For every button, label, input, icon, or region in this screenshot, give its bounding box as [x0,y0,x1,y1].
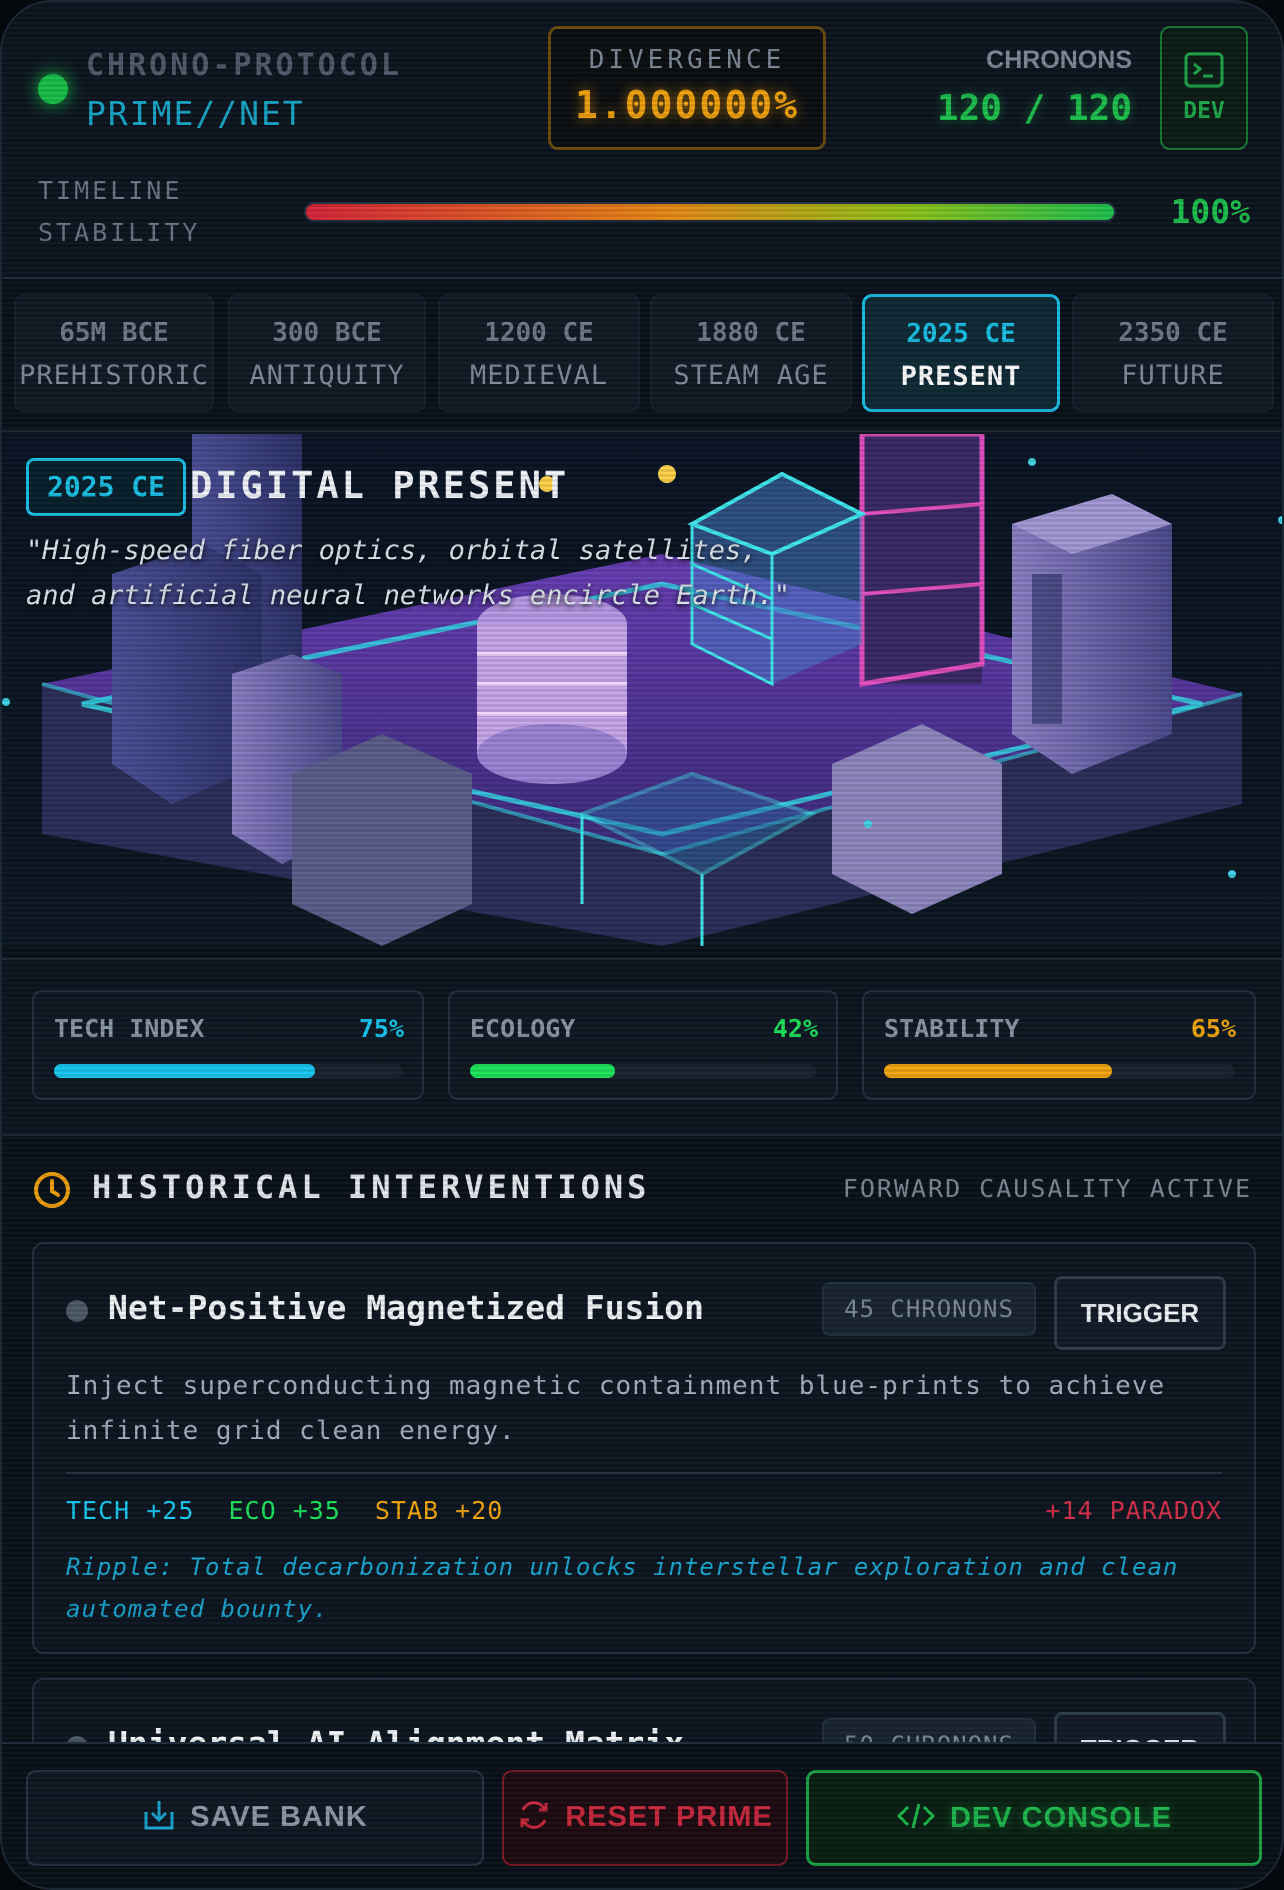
tab-label: PRESENT [900,361,1022,392]
dev-button[interactable]: DEV [1160,26,1248,150]
divider [2,430,1282,432]
stability-bar [304,202,1116,222]
stat-stability: STABILITY 65% [862,990,1256,1100]
stat-label: TECH INDEX [54,1014,205,1043]
tab-year: 2350 CE [1118,318,1228,348]
status-indicator [38,74,68,104]
intervention-card: Net-Positive Magnetized Fusion 45 CHRONO… [32,1242,1256,1654]
reset-prime-label: RESET PRIME [565,1801,773,1833]
stability-label: TIMELINE STABILITY [38,170,200,254]
era-tabs: 65M BCE PREHISTORIC 300 BCE ANTIQUITY 12… [14,294,1274,414]
stability-bar-fill [306,204,1114,220]
divider [66,1472,1222,1474]
tab-year: 65M BCE [59,318,169,348]
ripple-text: Ripple: Total decarbonization unlocks in… [66,1553,1179,1623]
era-quote: "High-speed fiber optics, orbital satell… [26,535,791,611]
tab-label: FUTURE [1121,360,1225,391]
stability-value: 100% [1170,192,1250,231]
brand-title: CHRONO-PROTOCOL [86,48,402,83]
stat-bar [884,1064,1234,1078]
stat-value: 75% [358,1014,404,1043]
terminal-icon [1184,52,1224,88]
tab-prehistoric[interactable]: 65M BCE PREHISTORIC [14,294,214,412]
tab-present[interactable]: 2025 CE PRESENT [862,294,1060,412]
cost-badge: 45 CHRONONS [822,1282,1036,1336]
divergence-value: 1.000000% [575,83,799,127]
divider [2,1134,1282,1136]
effect-tech: TECH +25 [66,1496,195,1525]
download-icon [144,1801,174,1830]
tab-year: 2025 CE [906,319,1016,349]
status-dot [66,1300,88,1322]
stat-bar-fill [470,1064,616,1078]
tab-label: MEDIEVAL [469,360,609,391]
header: CHRONO-PROTOCOL PRIME//NET DIVERGENCE 1.… [2,2,1282,279]
save-bank-label: SAVE BANK [190,1801,368,1833]
tab-label: STEAM AGE [673,360,829,391]
intervention-description: Inject superconducting magnetic containm… [66,1371,1166,1446]
era-title: DIGITAL PRESENT [190,464,570,507]
stat-bar-fill [884,1064,1112,1078]
stat-bar-fill [54,1064,315,1078]
paradox-cost: +14 PARADOX [1045,1496,1222,1525]
tab-year: 1880 CE [696,318,806,348]
interventions-title: HISTORICAL INTERVENTIONS [92,1168,651,1206]
stat-ecology: ECOLOGY 42% [448,990,838,1100]
stability-label-line2: STABILITY [38,218,201,247]
tab-antiquity[interactable]: 300 BCE ANTIQUITY [228,294,426,412]
effect-stab: STAB +20 [374,1496,504,1525]
tab-label: ANTIQUITY [249,360,405,391]
chronons-label: CHRONONS [986,46,1132,74]
stat-label: ECOLOGY [470,1014,576,1043]
era-badge: 2025 CE [26,458,187,516]
trigger-button[interactable]: TRIGGER [1054,1276,1226,1350]
dev-button-label: DEV [1183,98,1225,124]
stat-label: STABILITY [884,1014,1020,1043]
era-hero: 2025 CE DIGITAL PRESENT "High-speed fibe… [2,434,1282,946]
stability-label-line1: TIMELINE [38,176,183,205]
reset-prime-button[interactable]: RESET PRIME [502,1770,788,1866]
divergence-label: DIVERGENCE [588,45,786,75]
code-icon [896,1803,936,1829]
brand-subtitle: PRIME//NET [86,94,305,133]
stat-bar [54,1064,402,1078]
stat-bar [470,1064,816,1078]
effect-eco: ECO +35 [228,1496,341,1525]
interventions-header: HISTORICAL INTERVENTIONS FORWARD CAUSALI… [2,1138,1282,1238]
intervention-title: Net-Positive Magnetized Fusion [108,1288,705,1327]
tab-steam-age[interactable]: 1880 CE STEAM AGE [650,294,852,412]
tab-year: 1200 CE [484,318,594,348]
save-bank-button[interactable]: SAVE BANK [26,1770,484,1866]
app-frame: CHRONO-PROTOCOL PRIME//NET DIVERGENCE 1.… [0,0,1284,1890]
stat-tech-index: TECH INDEX 75% [32,990,424,1100]
tab-label: PREHISTORIC [19,360,209,391]
stats-panel: TECH INDEX 75% ECOLOGY 42% STABILITY 65% [2,960,1282,1136]
divergence-meter: DIVERGENCE 1.000000% [548,26,826,150]
effects-row: TECH +25 ECO +35 STAB +20 [66,1496,503,1525]
chronons-value: 120 / 120 [936,88,1132,129]
dev-console-label: DEV CONSOLE [949,1802,1173,1834]
clock-icon [34,1172,70,1208]
causality-status: FORWARD CAUSALITY ACTIVE [842,1174,1252,1203]
stat-value: 65% [1190,1014,1236,1043]
city-illustration [2,434,1282,946]
refresh-icon [520,1801,548,1830]
tab-medieval[interactable]: 1200 CE MEDIEVAL [438,294,640,412]
dev-console-button[interactable]: DEV CONSOLE [806,1770,1262,1866]
tab-future[interactable]: 2350 CE FUTURE [1072,294,1274,412]
bottom-action-bar: SAVE BANK RESET PRIME DEV CONSOLE [2,1742,1282,1888]
tab-year: 300 BCE [272,318,382,348]
stat-value: 42% [772,1014,818,1043]
